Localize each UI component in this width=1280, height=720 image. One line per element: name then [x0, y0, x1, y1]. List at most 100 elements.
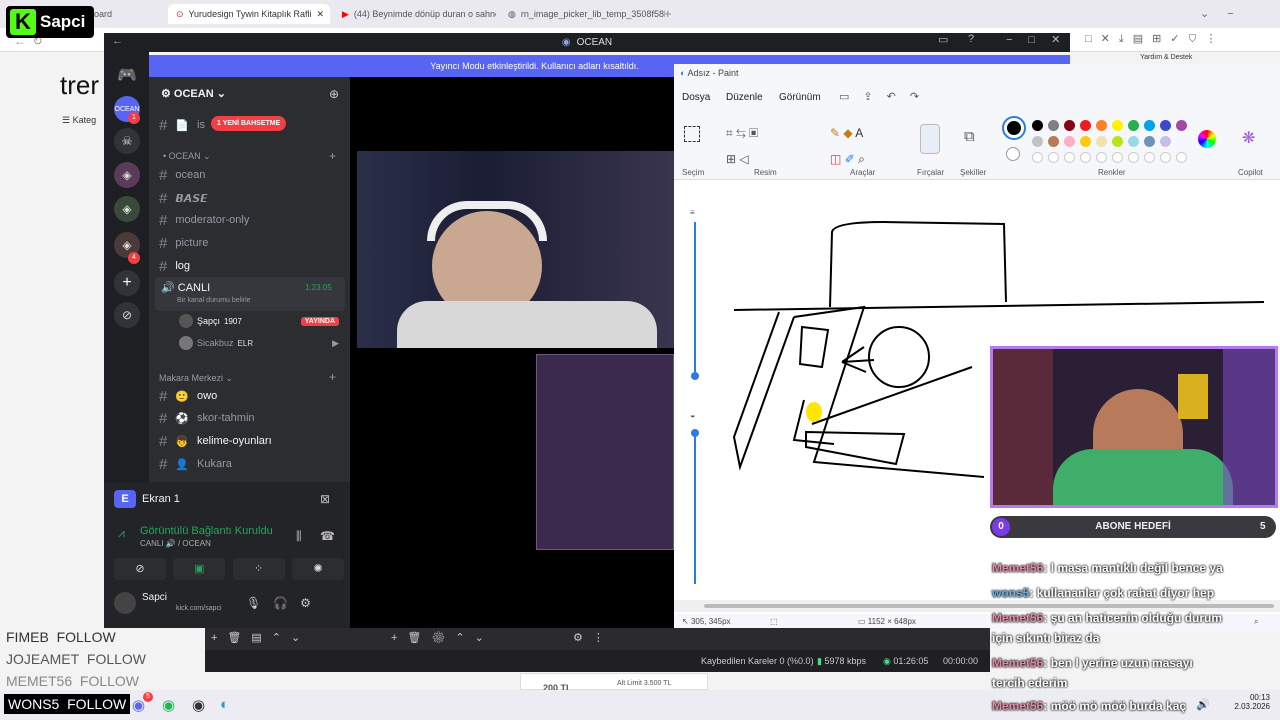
share-screen-icon[interactable]: ▣ — [173, 558, 226, 580]
avatar[interactable] — [114, 592, 136, 614]
color-swatch[interactable] — [1144, 136, 1155, 147]
copilot-icon[interactable]: ❋ — [1242, 128, 1255, 148]
color-swatch[interactable] — [1048, 120, 1059, 131]
scene-controls-icons[interactable]: +🗑▤⌃⌄ — [211, 631, 310, 644]
empty-color-swatch[interactable] — [1160, 152, 1171, 163]
color-swatch[interactable] — [1112, 136, 1123, 147]
mixer-controls-icons[interactable]: ⚙⋮ — [573, 631, 614, 644]
server-name[interactable]: ⚙ OCEAN ⌄ — [161, 87, 226, 100]
category-ocean[interactable]: • OCEAN ⌄ — [163, 151, 211, 162]
channel-log[interactable]: # log — [159, 256, 190, 276]
size-slider-thumb[interactable] — [691, 372, 699, 380]
channel-is[interactable]: # 📄 is — [159, 115, 205, 135]
channel-picture[interactable]: # picture — [159, 233, 208, 253]
save-share-undo-redo-icons[interactable]: ▭⇪↶↷ — [839, 90, 933, 103]
empty-color-swatch[interactable] — [1064, 152, 1075, 163]
select-icon[interactable] — [684, 126, 700, 142]
browser-toolbar-icons[interactable]: □✕⤓▤⊞✓⛉⋮ — [1085, 32, 1225, 46]
browser-tab-yurudesign[interactable]: ⊙ Yurudesign Tywin Kitaplık Rafli ✕ — [168, 4, 330, 24]
menu-dosya[interactable]: Dosya — [682, 92, 710, 103]
empty-color-swatch[interactable] — [1048, 152, 1059, 163]
channel-owo[interactable]: # 🙂 owo — [159, 386, 217, 406]
discord-window-controls[interactable]: −□✕ — [1006, 33, 1076, 46]
add-server-icon[interactable]: + — [114, 270, 140, 296]
close-tab-icon[interactable]: ✕ — [316, 9, 324, 20]
category-makara-merkezi[interactable]: Makara Merkezi ⌄ — [159, 373, 233, 384]
obs-icon[interactable]: ◉ — [192, 696, 205, 714]
soundboard-icon[interactable]: ✺ — [291, 558, 344, 580]
color-swatch[interactable] — [1064, 136, 1075, 147]
new-mention-badge[interactable]: 1 YENİ BAHSETME — [211, 116, 287, 131]
activities-icon[interactable]: ⁘ — [232, 558, 285, 580]
tray-icons[interactable]: 🔊 — [1196, 698, 1210, 711]
zoom-icon[interactable]: ⌕ — [1254, 617, 1258, 627]
color-swatch[interactable] — [1160, 120, 1171, 131]
channel-moderator-only[interactable]: # moderator-only — [159, 210, 249, 230]
channel-base[interactable]: # 𝘽𝘼𝙎𝙀 — [159, 188, 208, 208]
server-folder-icon[interactable]: ◈ — [114, 196, 140, 222]
opacity-slider[interactable] — [694, 432, 696, 584]
color-swatch[interactable] — [1176, 120, 1187, 131]
empty-color-swatch[interactable] — [1112, 152, 1123, 163]
empty-color-swatch[interactable] — [1080, 152, 1091, 163]
channel-ocean[interactable]: # ocean — [159, 165, 205, 185]
new-tab-icon[interactable]: + — [664, 6, 672, 21]
paint-taskbar-icon[interactable]: ◐ — [220, 696, 229, 713]
color-swatch[interactable] — [1128, 120, 1139, 131]
color-swatch[interactable] — [1144, 120, 1155, 131]
empty-color-swatch[interactable] — [1144, 152, 1155, 163]
mic-headset-settings-icons[interactable]: 🎙🎧⚙ — [246, 596, 323, 610]
server-folder-icon[interactable]: ◈ — [114, 162, 140, 188]
scroll-thumb[interactable] — [704, 604, 1274, 608]
channel-skor-tahmin[interactable]: # ⚽ skor-tahmin — [159, 408, 255, 428]
browser-tab-image[interactable]: ◍ rn_image_picker_lib_temp_3508f58b — [500, 4, 665, 24]
menu-gorunum[interactable]: Görünüm — [779, 92, 821, 103]
image-tools-icons[interactable]: ⌗ ⇆ ▣ ⊞ ◁ — [726, 120, 806, 172]
webcam-video[interactable] — [357, 151, 674, 348]
screen-share-tile[interactable] — [536, 354, 674, 550]
size-slider[interactable] — [694, 222, 696, 372]
color-swatch[interactable] — [1080, 136, 1091, 147]
color-swatch[interactable] — [1128, 136, 1139, 147]
color-swatch[interactable] — [1096, 120, 1107, 131]
back-arrow-icon[interactable]: ← — [112, 35, 123, 47]
color-swatch[interactable] — [1032, 120, 1043, 131]
color-swatch[interactable] — [1112, 120, 1123, 131]
source-controls-icons[interactable]: +🗑⚙⌃⌄ — [391, 631, 494, 644]
discord-icon[interactable]: 🎮 — [114, 62, 140, 88]
color-swatch[interactable] — [1160, 136, 1171, 147]
color-2-swatch[interactable] — [1006, 147, 1020, 161]
color-swatch[interactable] — [1032, 136, 1043, 147]
spotify-icon[interactable]: ◉ — [162, 696, 175, 714]
edit-colors-icon[interactable] — [1198, 130, 1216, 148]
help-icon[interactable]: ? — [968, 33, 974, 45]
color-1-swatch[interactable] — [1002, 116, 1026, 140]
empty-color-swatch[interactable] — [1176, 152, 1187, 163]
empty-color-swatch[interactable] — [1096, 152, 1107, 163]
empty-color-swatch[interactable] — [1128, 152, 1139, 163]
channel-kukara[interactable]: # 👤 Kukara — [159, 454, 232, 474]
browser-tab-youtube[interactable]: ▶(44) Beynimde dönüp duran o sahne✕ — [334, 4, 496, 24]
stop-share-icon[interactable]: ⊠ — [320, 492, 330, 506]
channel-kelime-oyunlari[interactable]: # 👦 kelime-oyunları — [159, 431, 272, 451]
add-channel-icon[interactable]: + — [329, 149, 336, 163]
brushes-icon[interactable] — [920, 124, 940, 154]
connection-location[interactable]: CANLI 🔊 / OCEAN — [140, 539, 211, 548]
shapes-icon[interactable]: ⧉ — [964, 128, 975, 145]
opacity-slider-thumb[interactable] — [691, 429, 699, 437]
add-member-icon[interactable]: ⊕ — [329, 87, 339, 101]
empty-color-swatch[interactable] — [1032, 152, 1043, 163]
color-swatch[interactable] — [1064, 120, 1075, 131]
pencil-fill-text-icons[interactable]: ✎ ◆ A ◫ ✐ ⌕ — [830, 120, 900, 172]
menu-duzenle[interactable]: Düzenle — [726, 92, 763, 103]
help-link[interactable]: Yardım & Destek — [1140, 54, 1192, 61]
add-channel-icon[interactable]: + — [329, 370, 336, 384]
voice-channel-canli[interactable]: 🔊 CANLI 1:23:05 Bir kanal durumu belirle — [155, 277, 345, 311]
disconnect-icon[interactable]: ☎ — [320, 529, 335, 543]
camera-off-icon[interactable]: ⊘ — [114, 558, 166, 580]
color-swatch[interactable] — [1080, 120, 1091, 131]
color-swatch[interactable] — [1096, 136, 1107, 147]
voice-user-sicakbuz[interactable]: Sicakbuz ELR ▶ — [179, 336, 339, 350]
browser-window-controls[interactable]: ⌄− — [1200, 7, 1252, 20]
voice-user-sapci[interactable]: Şapçı 1907 YAYINDA — [179, 314, 339, 328]
